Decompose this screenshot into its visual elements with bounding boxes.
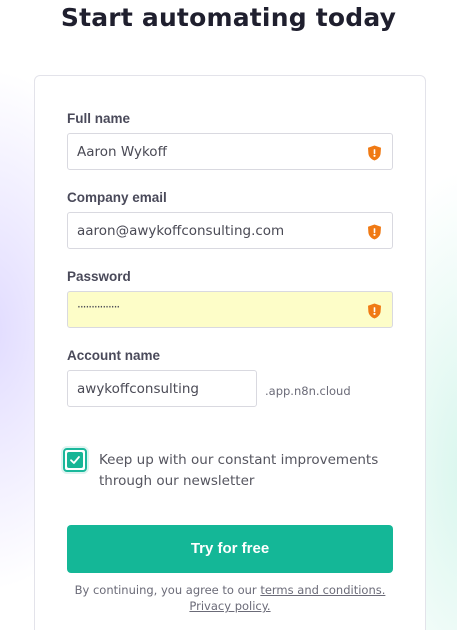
legal-prefix: By continuing, you agree to our [74,583,261,597]
newsletter-label[interactable]: Keep up with our constant improvements t… [99,450,379,492]
account-domain-suffix: .app.n8n.cloud [265,384,351,398]
account-name-field[interactable]: awykoffconsulting [67,370,257,407]
page-title: Start automating today [60,3,397,32]
try-for-free-button[interactable]: Try for free [67,525,393,573]
company-email-field[interactable]: aaron@awykoffconsulting.com [67,212,393,249]
newsletter-checkbox[interactable] [63,448,87,472]
full-name-label: Full name [67,111,131,126]
company-email-label: Company email [67,190,167,205]
checkmark-icon [70,456,80,464]
password-field[interactable]: ··············· [67,291,393,328]
password-value: ··············· [77,300,120,314]
account-name-value: awykoffconsulting [77,381,199,397]
shield-icon[interactable] [367,224,382,240]
shield-icon[interactable] [367,303,382,319]
password-label: Password [67,269,131,284]
legal-notice: By continuing, you agree to our terms an… [67,582,393,614]
account-name-label: Account name [67,348,161,363]
full-name-field[interactable]: Aaron Wykoff [67,133,393,170]
privacy-link[interactable]: Privacy policy. [189,599,270,613]
shield-icon[interactable] [367,145,382,161]
company-email-value: aaron@awykoffconsulting.com [77,223,285,239]
full-name-value: Aaron Wykoff [77,144,167,160]
terms-link[interactable]: terms and conditions. [260,583,385,597]
